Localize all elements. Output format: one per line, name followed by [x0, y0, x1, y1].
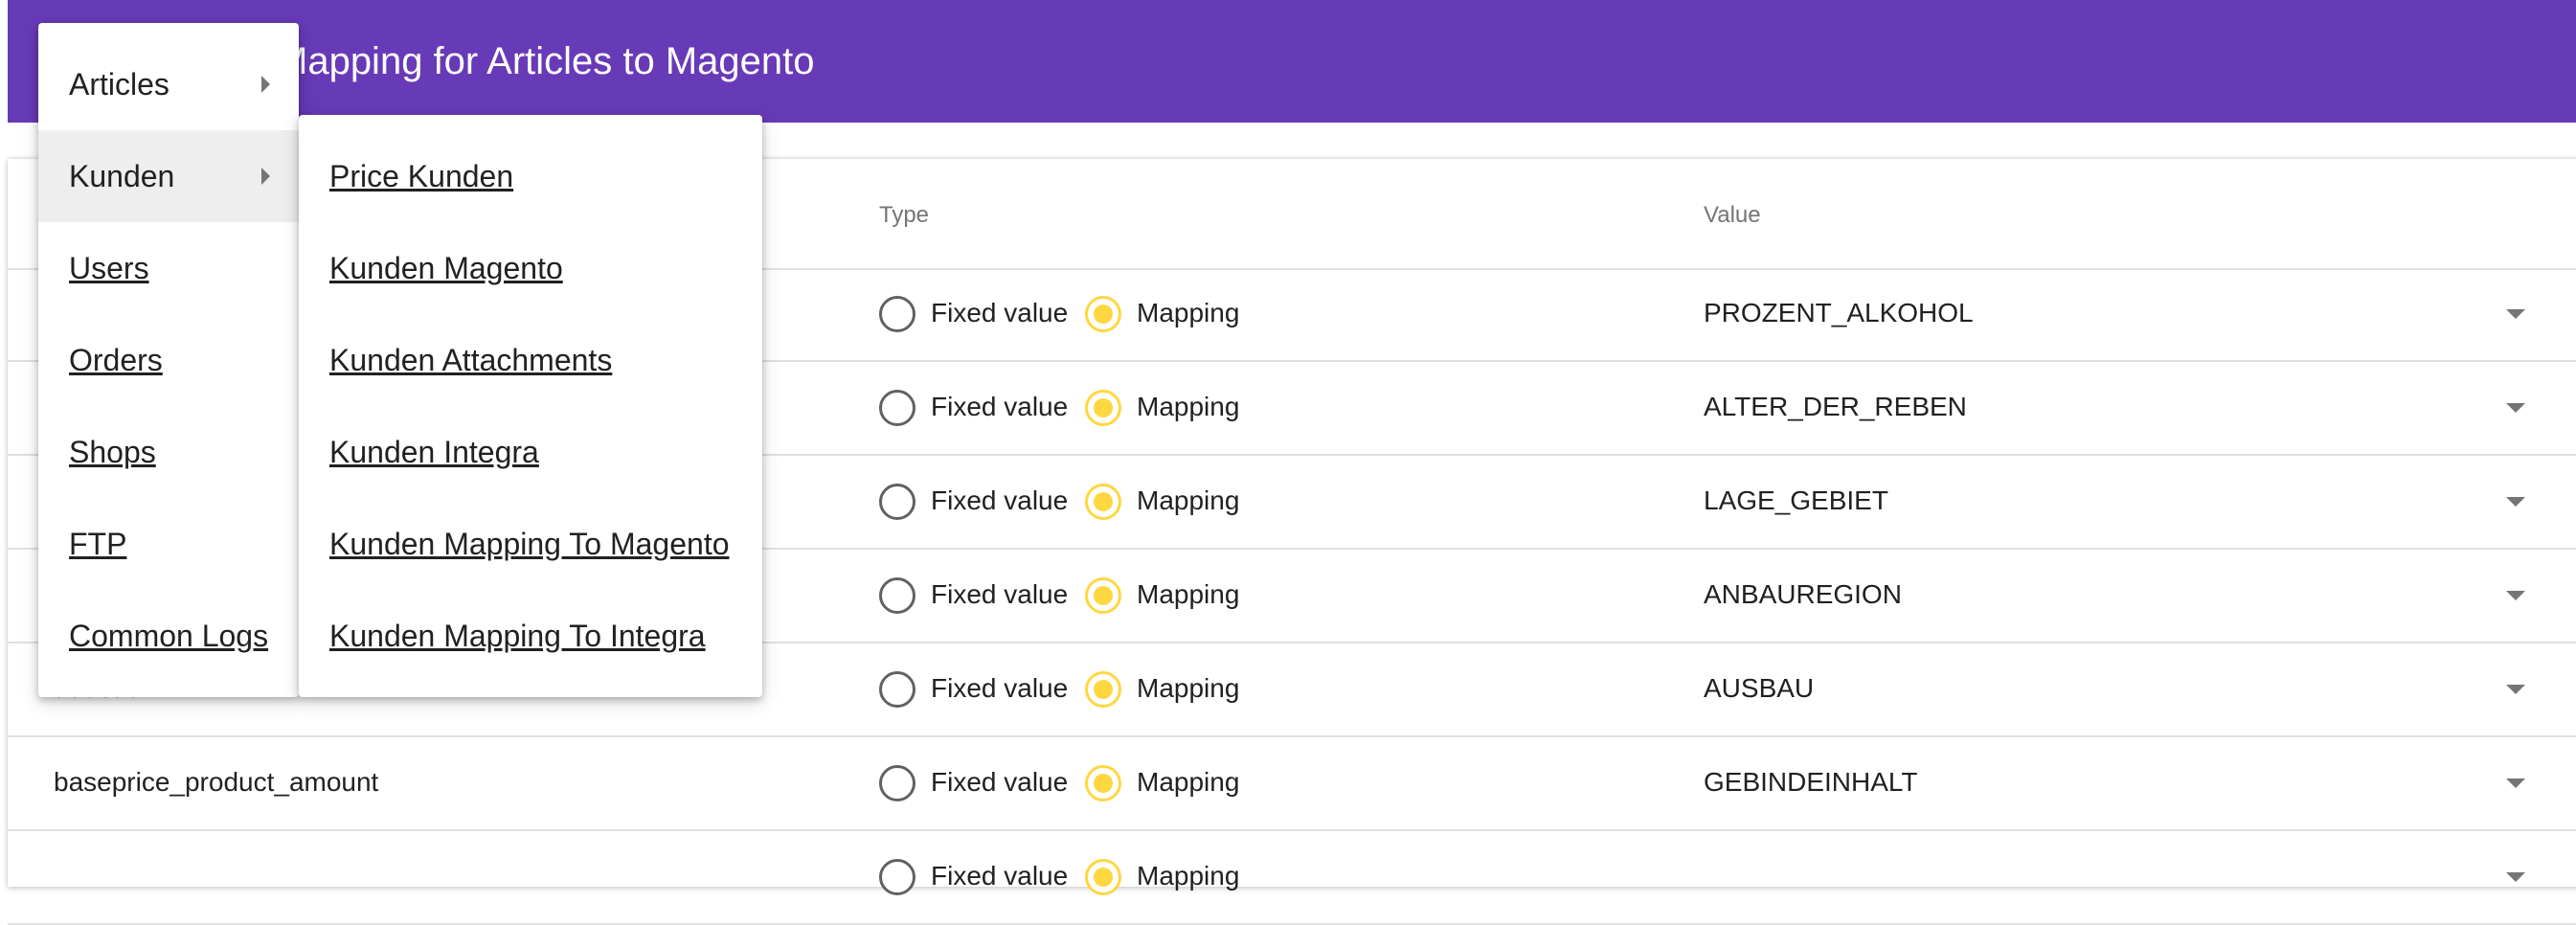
dropdown-arrow-icon[interactable] — [2506, 591, 2525, 600]
fixed-value-radio[interactable] — [879, 765, 915, 801]
fixed-value-radio[interactable] — [879, 296, 915, 332]
mapping-radio[interactable] — [1085, 671, 1121, 708]
mapping-radio[interactable] — [1085, 390, 1121, 426]
kunden-mapping-to-integra-link[interactable]: Kunden Mapping To Integra — [329, 619, 706, 653]
mapping-label[interactable]: Mapping — [1137, 673, 1239, 704]
kunden-mapping-to-magento-link[interactable]: Kunden Mapping To Magento — [329, 527, 730, 561]
column-header-value: Value — [1704, 202, 1761, 228]
kunden-attachments-link[interactable]: Kunden Attachments — [329, 343, 612, 377]
fixed-value-radio[interactable] — [879, 484, 915, 520]
submenu-item-price-kunden[interactable]: Price Kunden — [299, 130, 762, 222]
fixed-value-label[interactable]: Fixed value — [931, 579, 1068, 610]
mapping-label[interactable]: Mapping — [1137, 485, 1239, 516]
kunden-magento-link[interactable]: Kunden Magento — [329, 251, 563, 285]
common-logs-link[interactable]: Common Logs — [69, 619, 268, 653]
value-select[interactable]: ALTER_DER_REBEN — [1704, 392, 1967, 422]
shops-link[interactable]: Shops — [69, 435, 156, 469]
main-menu: Articles Kunden Users Orders Shops FTP C… — [38, 23, 299, 697]
dropdown-arrow-icon[interactable] — [2506, 872, 2525, 882]
column-header-type: Type — [879, 202, 930, 228]
price-kunden-link[interactable]: Price Kunden — [329, 159, 513, 193]
mapping-radio[interactable] — [1085, 484, 1121, 520]
menu-item-label: Kunden — [69, 159, 175, 193]
users-link[interactable]: Users — [69, 251, 149, 285]
value-select[interactable]: PROZENT_ALKOHOL — [1704, 298, 1974, 328]
submenu-item-kunden-mapping-to-magento[interactable]: Kunden Mapping To Magento — [299, 498, 762, 590]
app-header: Mapping for Articles to Magento — [8, 0, 2576, 123]
field-name: baseprice_product_amount — [54, 767, 379, 797]
dropdown-arrow-icon[interactable] — [2506, 309, 2525, 319]
fixed-value-label[interactable]: Fixed value — [931, 392, 1068, 422]
menu-item-ftp[interactable]: FTP — [38, 498, 299, 590]
fixed-value-label[interactable]: Fixed value — [931, 767, 1068, 798]
mapping-radio[interactable] — [1085, 765, 1121, 801]
fixed-value-label[interactable]: Fixed value — [931, 485, 1068, 516]
value-select[interactable]: GEBINDEINHALT — [1704, 767, 1918, 798]
fixed-value-label[interactable]: Fixed value — [931, 861, 1068, 891]
mapping-label[interactable]: Mapping — [1137, 298, 1239, 328]
kunden-submenu: Price Kunden Kunden Magento Kunden Attac… — [299, 115, 762, 697]
mapping-label[interactable]: Mapping — [1137, 579, 1239, 610]
menu-item-label: Articles — [69, 67, 169, 102]
fixed-value-label[interactable]: Fixed value — [931, 298, 1068, 328]
submenu-item-kunden-magento[interactable]: Kunden Magento — [299, 222, 762, 314]
dropdown-arrow-icon[interactable] — [2506, 778, 2525, 788]
fixed-value-radio[interactable] — [879, 671, 915, 708]
menu-item-kunden[interactable]: Kunden — [38, 130, 299, 222]
mapping-label[interactable]: Mapping — [1137, 392, 1239, 422]
page-title: Mapping for Articles to Magento — [276, 40, 815, 82]
mapping-label[interactable]: Mapping — [1137, 861, 1239, 891]
table-row: baseprice_product_amount Fixed value Map… — [8, 737, 2576, 831]
mapping-radio[interactable] — [1085, 577, 1121, 614]
menu-item-shops[interactable]: Shops — [38, 406, 299, 498]
value-select[interactable]: AUSBAU — [1704, 673, 1814, 704]
fixed-value-radio[interactable] — [879, 859, 915, 895]
value-select[interactable]: ANBAUREGION — [1704, 579, 1902, 610]
submenu-arrow-icon — [261, 76, 270, 93]
dropdown-arrow-icon[interactable] — [2506, 685, 2525, 694]
fixed-value-label[interactable]: Fixed value — [931, 673, 1068, 704]
dropdown-arrow-icon[interactable] — [2506, 497, 2525, 507]
menu-item-users[interactable]: Users — [38, 222, 299, 314]
menu-item-common-logs[interactable]: Common Logs — [38, 590, 299, 682]
fixed-value-radio[interactable] — [879, 577, 915, 614]
menu-item-articles[interactable]: Articles — [38, 38, 299, 130]
dropdown-arrow-icon[interactable] — [2506, 403, 2525, 413]
submenu-item-kunden-integra[interactable]: Kunden Integra — [299, 406, 762, 498]
mapping-label[interactable]: Mapping — [1137, 767, 1239, 798]
menu-item-orders[interactable]: Orders — [38, 314, 299, 406]
kunden-integra-link[interactable]: Kunden Integra — [329, 435, 539, 469]
value-select[interactable]: LAGE_GEBIET — [1704, 485, 1888, 516]
fixed-value-radio[interactable] — [879, 390, 915, 426]
submenu-item-kunden-mapping-to-integra[interactable]: Kunden Mapping To Integra — [299, 590, 762, 682]
table-row: Fixed value Mapping — [8, 831, 2576, 925]
mapping-radio[interactable] — [1085, 859, 1121, 895]
mapping-radio[interactable] — [1085, 296, 1121, 332]
submenu-item-kunden-attachments[interactable]: Kunden Attachments — [299, 314, 762, 406]
orders-link[interactable]: Orders — [69, 343, 163, 377]
ftp-link[interactable]: FTP — [69, 527, 126, 561]
submenu-arrow-icon — [261, 168, 270, 185]
